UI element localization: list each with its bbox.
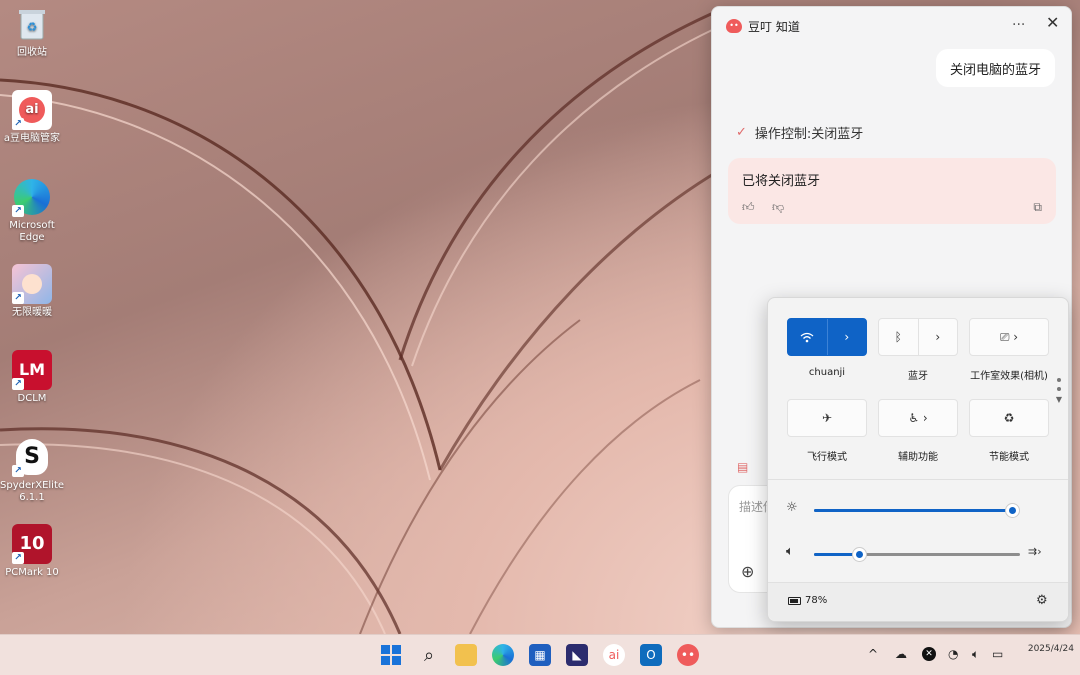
user-message-text: 关闭电脑的蓝牙 (949, 62, 1041, 78)
assistant-reply-bubble: 已将关闭蓝牙 👍︎ 👎︎ ⧉ (728, 158, 1056, 224)
page-down-icon[interactable]: ▼ (1055, 396, 1063, 404)
assistant-reply-text: 已将关闭蓝牙 (742, 174, 821, 189)
network-icon[interactable]: ◔ (948, 647, 958, 661)
airplane-mode-tile[interactable]: ✈ (787, 399, 867, 437)
wifi-icon[interactable] (788, 319, 827, 355)
doudou-icon[interactable]: •• (677, 644, 699, 666)
app-tray-icon[interactable]: ✕ (922, 647, 936, 661)
desktop-icon-spyderx[interactable]: S ↗ SpyderXElite 6.1.1 (0, 437, 64, 504)
desktop-icon-label: DCLM (17, 393, 47, 404)
quick-settings-flyout: › chuanji ᛒ › 蓝牙 ⎚ › 工作室效果(相机) ✈ 飞行模式 ♿ … (767, 297, 1069, 622)
vs-code-icon[interactable]: ◣ (566, 644, 588, 666)
bluetooth-tile-label: 蓝牙 (908, 371, 928, 382)
wifi-tile[interactable]: › (787, 318, 867, 356)
desktop-icon-pcmark[interactable]: 10 ↗ PCMark 10 (0, 524, 64, 579)
infinity-nikki-icon: ↗ (12, 264, 52, 304)
start-icon[interactable] (380, 644, 402, 666)
desktop-icon-label: Microsoft Edge (9, 220, 55, 243)
volume-slider[interactable] (814, 548, 1020, 561)
battery-icon (788, 596, 801, 605)
volume-tray-icon[interactable]: 🔈︎ (972, 647, 979, 662)
desktop-icon-label: 回收站 (17, 47, 47, 58)
battery-status[interactable]: 78% (788, 595, 827, 606)
store-icon[interactable]: ▦ (529, 644, 551, 666)
brightness-thumb[interactable] (1006, 504, 1019, 517)
energy-saver-tile[interactable]: ♻ (969, 399, 1049, 437)
thumbs-down-icon[interactable]: 👎︎ (772, 200, 784, 215)
desktop-icon-label: SpyderXElite 6.1.1 (0, 480, 65, 503)
divider (768, 479, 1068, 480)
desktop-icon-adou-manager[interactable]: ai ↗ a豆电脑管家 (0, 90, 64, 145)
user-message-bubble: 关闭电脑的蓝牙 (935, 49, 1055, 87)
wifi-expand-chevron-icon[interactable]: › (826, 319, 867, 355)
edge-icon: ↗ (12, 177, 52, 217)
file-explorer-icon[interactable] (455, 644, 477, 666)
studio-effects-tile[interactable]: ⎚ › (969, 318, 1049, 356)
battery-percent: 78% (805, 595, 828, 606)
cloud-offline-icon[interactable]: ☁ (895, 647, 907, 661)
energy-saver-icon[interactable]: ♻ (970, 400, 1048, 436)
volume-thumb[interactable] (853, 548, 866, 561)
show-hidden-icons-chevron-icon[interactable]: ^ (868, 647, 878, 661)
accessibility-icon[interactable]: ♿ › (879, 400, 957, 436)
recycle-bin-icon: ♻ (12, 4, 52, 44)
adou-pc-manager-icon: ai ↗ (12, 90, 52, 130)
thumbs-up-icon[interactable]: 👍︎ (742, 200, 755, 215)
dclm-icon: LM ↗ (12, 350, 52, 390)
chat-title: 豆叮 知道 (748, 19, 800, 34)
brightness-icon: ☼ (786, 500, 798, 515)
clock[interactable]: 2025/4/24 (1018, 643, 1074, 655)
audio-output-select-icon[interactable]: ⇉› (1028, 545, 1042, 558)
desktop-icon-infinity-nikki[interactable]: ↗ 无限暖暖 (0, 264, 64, 319)
check-icon: ✓ (736, 125, 747, 140)
add-attachment-icon[interactable]: ⊕ (741, 562, 754, 581)
wifi-tile-label: chuanji (808, 367, 846, 378)
bluetooth-tile[interactable]: ᛒ › (878, 318, 958, 356)
bluetooth-icon[interactable]: ᛒ (879, 319, 918, 355)
clock-date: 2025/4/24 (1027, 644, 1074, 654)
copy-icon[interactable]: ⧉ (1033, 200, 1042, 215)
doudou-logo-icon: •• (726, 19, 742, 33)
brightness-fill (814, 509, 1012, 512)
svg-text:♻: ♻ (27, 20, 38, 34)
page-indicator[interactable]: ▼ (1055, 378, 1063, 404)
brightness-row: ☼ (786, 500, 1056, 520)
adou-icon[interactable]: ai (603, 644, 625, 666)
energy-saver-tile-label: 节能模式 (989, 452, 1029, 463)
airplane-mode-tile-label: 飞行模式 (807, 452, 847, 463)
action-text: 操作控制:关闭蓝牙 (754, 127, 864, 142)
close-button[interactable]: ✕ (1046, 13, 1059, 32)
desktop-icon-edge[interactable]: ↗ Microsoft Edge (0, 177, 64, 244)
speaker-icon[interactable]: 🔈︎ (786, 544, 794, 559)
desktop-icon-label: PCMark 10 (5, 567, 59, 578)
accessibility-tile-label: 辅助功能 (898, 452, 938, 463)
taskbar: ⌕ ▦ ◣ ai O •• ^ ☁ ✕ ◔ 🔈︎ ▭ 2025/4/24 (0, 634, 1080, 675)
note-icon[interactable]: ▤ (737, 460, 748, 474)
desktop-icon-label: a豆电脑管家 (3, 133, 61, 144)
desktop-icon-label: 无限暖暖 (12, 307, 52, 318)
battery-tray-icon[interactable]: ▭ (992, 647, 1003, 661)
search-icon[interactable]: ⌕ (418, 644, 440, 666)
more-options-button[interactable]: ··· (1012, 17, 1025, 33)
volume-row: 🔈︎ ⇉› (786, 544, 1056, 564)
pcmark-icon: 10 ↗ (12, 524, 52, 564)
airplane-icon[interactable]: ✈ (788, 400, 866, 436)
desktop-icon-recycle-bin[interactable]: ♻ 回收站 (0, 4, 64, 59)
chat-title-bar: •• 豆叮 知道 (726, 15, 800, 37)
outlook-icon[interactable]: O (640, 644, 662, 666)
camera-effects-icon[interactable]: ⎚ › (970, 319, 1048, 355)
bluetooth-expand-chevron-icon[interactable]: › (917, 319, 958, 355)
action-status: ✓ 操作控制:关闭蓝牙 (736, 123, 863, 142)
quick-settings-footer: 78% ⚙ (768, 582, 1068, 621)
desktop-icon-dclm[interactable]: LM ↗ DCLM (0, 350, 64, 405)
accessibility-tile[interactable]: ♿ › (878, 399, 958, 437)
spyderx-icon: S ↗ (12, 437, 52, 477)
edge-icon[interactable] (492, 644, 514, 666)
brightness-slider[interactable] (814, 504, 1019, 517)
settings-gear-icon[interactable]: ⚙ (1036, 593, 1048, 608)
studio-effects-tile-label: 工作室效果(相机) (970, 371, 1048, 382)
